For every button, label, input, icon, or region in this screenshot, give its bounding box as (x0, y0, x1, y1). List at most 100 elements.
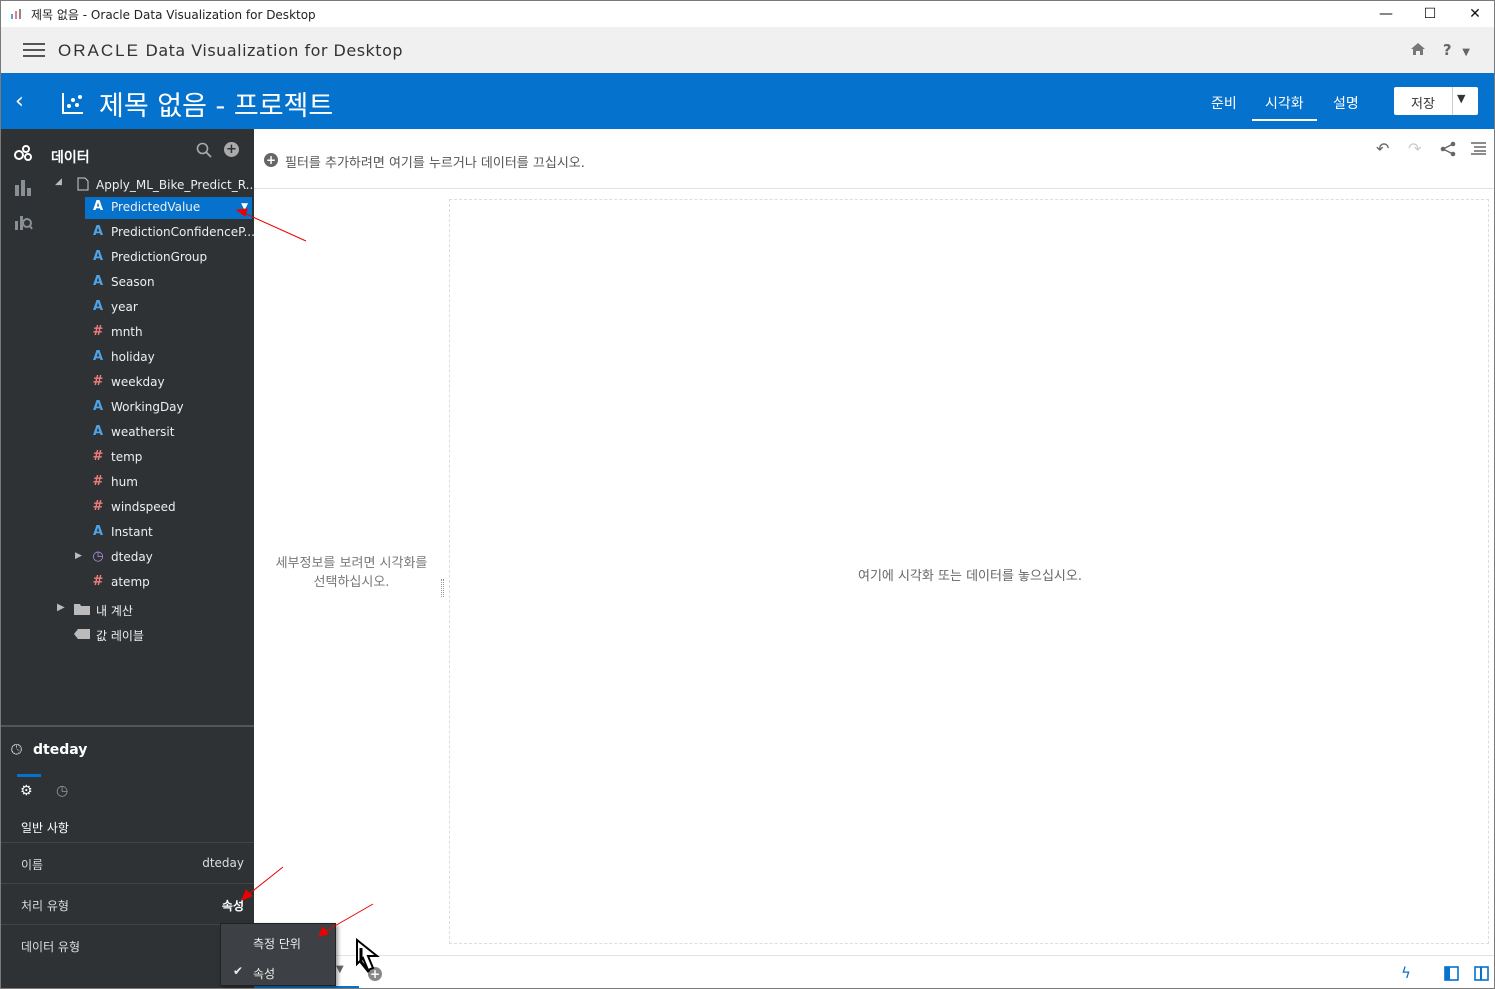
property-key: 이름 (21, 858, 44, 872)
column-item[interactable]: Aholiday (91, 347, 253, 369)
column-item[interactable]: # temp (91, 447, 253, 469)
pane-splitter[interactable] (441, 579, 444, 597)
column-item[interactable]: Ayear (91, 297, 253, 319)
maximize-button[interactable]: ☐ (1407, 1, 1453, 27)
filter-hint: 필터를 추가하려면 여기를 누르거나 데이터를 끄십시오. (285, 156, 585, 171)
active-tab-indicator (17, 774, 41, 777)
share-icon[interactable] (1440, 141, 1456, 157)
save-dropdown-icon[interactable]: ▼ (1457, 92, 1465, 105)
column-item[interactable]: A Season (91, 272, 253, 294)
menu-list-icon[interactable] (1471, 142, 1486, 155)
visualization-canvas[interactable]: 여기에 시각화 또는 데이터를 놓으십시오. (449, 199, 1489, 944)
save-divider (1452, 87, 1453, 115)
analytics-icon[interactable] (13, 211, 33, 231)
dataset-file-icon (77, 177, 89, 191)
property-row-name: 이름 dteday (1, 842, 254, 883)
tab-visualize[interactable]: 시각화 (1252, 93, 1317, 121)
expand-arrow-icon[interactable]: ▶ (75, 551, 82, 561)
column-name: temp (111, 450, 143, 464)
visualizations-icon[interactable] (13, 177, 33, 197)
filter-bar[interactable]: + 필터를 추가하려면 여기를 누르거나 데이터를 끄십시오. ↶ ↷ (254, 129, 1494, 189)
column-item[interactable]: # hum (91, 472, 253, 494)
auto-apply-icon[interactable]: ϟ (1401, 964, 1411, 982)
column-name: weekday (111, 375, 165, 389)
column-item[interactable]: A WorkingDay (91, 397, 253, 419)
treat-as-dropdown[interactable]: 속성 (222, 897, 244, 914)
property-value[interactable]: dteday (202, 856, 244, 870)
column-name: dteday (111, 550, 153, 564)
column-item[interactable]: ▶ ◷ dteday (75, 547, 253, 569)
attribute-column-icon: A (92, 224, 104, 239)
properties-title: dteday (33, 742, 88, 758)
column-item[interactable]: A PredictionConfidenceP... (91, 222, 255, 244)
menu-item-attribute[interactable]: ✔ 속성 (221, 956, 337, 986)
collapse-arrow-icon[interactable]: ◢ (55, 177, 62, 187)
panel-right-toggle-icon[interactable] (1474, 966, 1489, 981)
my-calculations-node[interactable]: ▶ 내 계산 (53, 599, 233, 621)
undo-icon[interactable]: ↶ (1376, 139, 1389, 158)
column-item[interactable]: Aweathersit (91, 422, 253, 444)
app-icon (11, 9, 21, 19)
property-row-data-type: 데이터 유형 (1, 924, 254, 965)
menu-item-label: 측정 단위 (253, 937, 301, 951)
canvas-tab-dropdown-icon[interactable]: ▼ (336, 964, 344, 975)
column-menu-dropdown-icon[interactable]: ▼ (241, 202, 248, 212)
add-filter-icon[interactable]: + (264, 153, 278, 167)
details-pane: 세부정보를 보려면 시각화를 선택하십시오. (254, 190, 444, 955)
product-name: Data Visualization for Desktop (145, 41, 404, 60)
column-item[interactable]: # windspeed (91, 497, 253, 519)
app-header: ORACLE Data Visualization for Desktop ? … (1, 27, 1494, 73)
measure-column-icon: # (92, 324, 104, 339)
settings-gear-icon[interactable]: ⚙ (20, 783, 33, 799)
column-item[interactable]: # weekday (91, 372, 253, 394)
attribute-column-icon: A (92, 299, 104, 314)
project-title: 제목 없음 - 프로젝트 (99, 91, 334, 122)
add-data-icon[interactable]: + (224, 142, 239, 157)
column-item[interactable]: # mnth (91, 322, 253, 344)
panel-left-toggle-icon[interactable] (1444, 966, 1459, 981)
clock-icon: 🕓︎ (11, 742, 23, 758)
minimize-button[interactable]: — (1363, 1, 1409, 27)
data-icon[interactable] (13, 143, 33, 163)
back-icon[interactable]: ‹ (15, 89, 24, 114)
home-icon[interactable] (1410, 42, 1426, 56)
tab-narrate[interactable]: 설명 (1333, 93, 1359, 113)
column-name: Season (111, 275, 155, 289)
column-name: atemp (111, 575, 150, 589)
menu-item-measure[interactable]: 측정 단위 (221, 926, 337, 956)
save-button[interactable]: 저장 ▼ (1394, 87, 1478, 115)
redo-icon[interactable]: ↷ (1408, 139, 1421, 158)
project-bar: ‹ 제목 없음 - 프로젝트 준비 시각화 설명 저장 ▼ (1, 73, 1494, 129)
close-button[interactable]: ✕ (1452, 1, 1494, 27)
help-icon[interactable]: ? (1443, 41, 1452, 59)
attribute-column-icon: A (92, 349, 104, 364)
search-icon[interactable] (196, 142, 212, 158)
help-dropdown-icon[interactable]: ▼ (1462, 47, 1470, 58)
expand-arrow-icon[interactable]: ▶ (57, 602, 65, 613)
general-section-label: 일반 사항 (21, 821, 69, 835)
save-label: 저장 (1411, 97, 1435, 112)
measure-column-icon: # (92, 574, 104, 589)
column-item[interactable]: A Instant (91, 522, 253, 544)
column-item[interactable]: A PredictionGroup (91, 247, 253, 269)
attribute-column-icon: A (92, 249, 104, 264)
brand: ORACLE Data Visualization for Desktop (58, 41, 403, 61)
column-item[interactable]: A PredictedValue ▼ (85, 197, 252, 219)
checkmark-icon: ✔ (233, 964, 244, 978)
attribute-column-icon: A (92, 199, 104, 214)
title-bar: 제목 없음 - Oracle Data Visualization for De… (1, 1, 1494, 27)
dataset-node[interactable]: ◢ Apply_ML_Bike_Predict_R... (53, 174, 257, 196)
application-window: 제목 없음 - Oracle Data Visualization for De… (0, 0, 1495, 989)
time-tab-icon[interactable]: ◷ (56, 783, 68, 799)
tab-prepare[interactable]: 준비 (1211, 93, 1237, 113)
column-item[interactable]: # atemp (91, 572, 253, 594)
column-name: WorkingDay (111, 400, 184, 414)
hamburger-menu-icon[interactable] (23, 43, 45, 57)
value-labels-node[interactable]: 값 레이블 (53, 624, 233, 646)
data-panel: 데이터 + ◢ Apply_ML_Bike_Predict_R... A Pred… (41, 129, 257, 725)
measure-column-icon: # (92, 499, 104, 514)
column-name: hum (111, 475, 138, 489)
attribute-column-icon: A (92, 399, 104, 414)
column-name: weathersit (111, 425, 175, 439)
column-name: PredictionGroup (111, 250, 208, 264)
